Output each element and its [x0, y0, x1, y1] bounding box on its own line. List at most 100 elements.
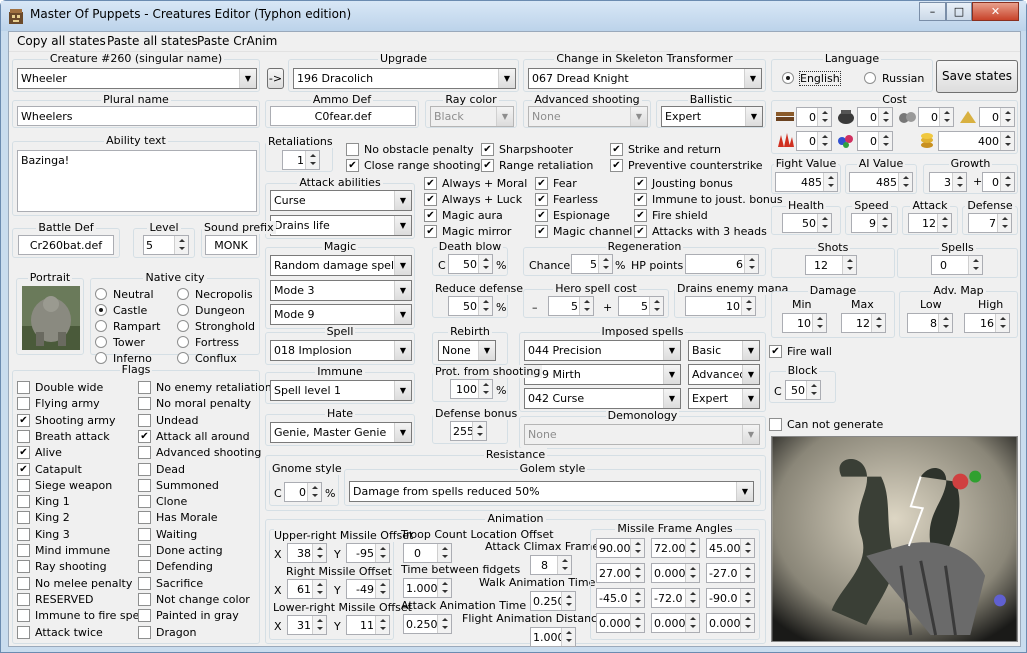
missile-angle-spinner[interactable]: -90.0: [706, 588, 755, 608]
missile-angle-spinner[interactable]: 72.00: [651, 538, 700, 558]
flags-group: Flags Double wide Flying army ✔ Shooting ar…: [12, 363, 272, 644]
troop-count-offset-spinner[interactable]: 0: [403, 543, 452, 563]
flight-distance-spinner[interactable]: 1.000: [530, 627, 576, 647]
attack-time-spinner[interactable]: 0.250: [403, 614, 452, 634]
growth-bonus-spinner[interactable]: 0: [982, 172, 1015, 192]
missile-angle-spinner[interactable]: 90.00: [596, 538, 645, 558]
right-y-spinner[interactable]: -49: [346, 579, 390, 599]
prot-shooting-spinner[interactable]: 100: [450, 379, 493, 399]
time-fidgets-spinner[interactable]: 1.000: [403, 578, 452, 598]
magic-mode-1-select[interactable]: Mode 3 ▼: [270, 280, 412, 301]
missile-angle-spinner[interactable]: 0.000: [651, 563, 700, 583]
attack-ability-1-select[interactable]: Curse ▼: [270, 190, 412, 211]
missile-angle-spinner[interactable]: 0.000: [651, 613, 700, 633]
speed-spinner[interactable]: 9: [851, 213, 892, 233]
sound-prefix-input[interactable]: MONK: [205, 235, 257, 255]
defense-spinner[interactable]: 7: [968, 213, 1012, 233]
adv-map-high-spinner[interactable]: 16: [964, 313, 1010, 333]
ballistic-group: Ballistic Expert ▼: [656, 93, 766, 128]
block-spinner[interactable]: 50: [785, 380, 821, 400]
cost-gems-spinner[interactable]: 0: [857, 131, 893, 151]
imposed-spell-3-select[interactable]: 042 Curse ▼: [524, 388, 681, 409]
cost-crystal-spinner[interactable]: 0: [796, 131, 832, 151]
magic-type-select[interactable]: Random damage spell ▼: [270, 255, 412, 276]
upgrade-select[interactable]: 196 Dracolich ▼: [293, 68, 516, 89]
defense-bonus-spinner[interactable]: 255: [450, 421, 487, 441]
fight-value-spinner[interactable]: 485: [775, 172, 838, 192]
ballistic-select[interactable]: Expert ▼: [661, 106, 763, 127]
demonology-select[interactable]: None ▼: [524, 424, 760, 445]
spell-select[interactable]: 018 Implosion ▼: [270, 340, 412, 361]
imposed-spell-2-select[interactable]: 049 Mirth ▼: [524, 364, 681, 385]
skeleton-select[interactable]: 067 Dread Knight ▼: [528, 68, 762, 89]
close-button[interactable]: ✕: [972, 2, 1019, 21]
sound-prefix-group: Sound prefix MONK: [201, 221, 276, 258]
missile-angle-spinner[interactable]: 45.00: [706, 538, 755, 558]
cost-sulfur-spinner[interactable]: 0: [979, 107, 1015, 127]
attack-ability-2-select[interactable]: Drains life ▼: [270, 215, 412, 236]
hero-spell-cost-minus-spinner[interactable]: 5: [548, 296, 594, 316]
lower-right-x-spinner[interactable]: 31: [287, 615, 327, 635]
missile-angle-spinner[interactable]: -27.0: [706, 563, 755, 583]
hate-select[interactable]: Genie, Master Genie ▼: [270, 422, 412, 443]
imposed-spell-1-select[interactable]: 044 Precision ▼: [524, 340, 681, 361]
imposed-level-3-select[interactable]: Expert ▼: [688, 388, 760, 409]
cost-wood-spinner[interactable]: 0: [796, 107, 832, 127]
save-states-button[interactable]: Save states: [936, 60, 1018, 93]
ray-color-select[interactable]: Black ▼: [430, 106, 514, 127]
retaliations-spinner[interactable]: 1: [282, 150, 320, 170]
reduce-defense-spinner[interactable]: 50: [448, 296, 493, 316]
shots-spinner[interactable]: 12: [805, 255, 857, 275]
go-upgrade-button[interactable]: ->: [267, 68, 284, 89]
maximize-button[interactable]: □: [946, 2, 972, 21]
cost-gold-spinner[interactable]: 400: [938, 131, 1015, 151]
menu-paste-cranim[interactable]: Paste CrAnim: [197, 34, 277, 48]
plural-name-input[interactable]: Wheelers: [17, 106, 257, 126]
right-x-spinner[interactable]: 61: [287, 579, 327, 599]
golem-style-select[interactable]: Damage from spells reduced 50% ▼: [349, 481, 754, 502]
level-spinner[interactable]: 5: [143, 235, 189, 255]
attack-climax-spinner[interactable]: 8: [530, 555, 572, 575]
imposed-level-1-select[interactable]: Basic ▼: [688, 340, 760, 361]
spells-spinner[interactable]: 0: [931, 255, 983, 275]
upper-right-x-spinner[interactable]: 38: [287, 543, 327, 563]
walk-time-spinner[interactable]: 0.250: [530, 591, 576, 611]
lower-right-y-spinner[interactable]: 11: [346, 615, 390, 635]
missile-angle-spinner[interactable]: -45.0: [596, 588, 645, 608]
title-bar[interactable]: Master Of Puppets - Creatures Editor (Ty…: [1, 1, 1026, 31]
damage-min-spinner[interactable]: 10: [782, 313, 827, 333]
battle-def-input[interactable]: Cr260bat.def: [18, 235, 114, 255]
adv-map-low-spinner[interactable]: 8: [907, 313, 953, 333]
drains-mana-spinner[interactable]: 10: [685, 296, 756, 316]
imposed-level-2-select[interactable]: Advanced ▼: [688, 364, 760, 385]
damage-max-spinner[interactable]: 12: [841, 313, 886, 333]
upper-right-y-spinner[interactable]: -95: [346, 543, 390, 563]
creature-select[interactable]: Wheeler ▼: [17, 68, 257, 89]
attack-spinner[interactable]: 12: [908, 213, 952, 233]
ability-textarea[interactable]: Bazinga!: [17, 150, 257, 212]
menu-copy-all-states[interactable]: Copy all states: [17, 34, 106, 48]
ammo-def-input[interactable]: C0fear.def: [270, 106, 416, 126]
magic-mode-2-select[interactable]: Mode 9 ▼: [270, 304, 412, 325]
hero-spell-cost-plus-spinner[interactable]: 5: [618, 296, 664, 316]
advanced-shooting-select[interactable]: None ▼: [528, 106, 648, 127]
missile-angle-spinner[interactable]: 0.000: [596, 613, 645, 633]
immune-select[interactable]: Spell level 1 ▼: [270, 380, 412, 401]
rebirth-select[interactable]: None ▼: [438, 340, 496, 361]
missile-angle-spinner[interactable]: -72.0: [651, 588, 700, 608]
cost-ore-spinner[interactable]: 0: [918, 107, 954, 127]
growth-spinner[interactable]: 3: [929, 172, 967, 192]
ai-value-spinner[interactable]: 485: [849, 172, 913, 192]
creature-portrait-image: [22, 286, 80, 350]
menu-paste-all-states[interactable]: Paste all states: [107, 34, 198, 48]
regen-hp-spinner[interactable]: 6: [685, 254, 759, 274]
missile-angle-spinner[interactable]: 27.00: [596, 563, 645, 583]
missile-angle-spinner[interactable]: 0.000: [706, 613, 755, 633]
gnome-style-spinner[interactable]: 0: [284, 482, 322, 502]
golem-style-group: Golem style Damage from spells reduced 5…: [344, 462, 761, 506]
health-spinner[interactable]: 50: [782, 213, 832, 233]
death-blow-spinner[interactable]: 50: [448, 254, 493, 274]
cost-mercury-spinner[interactable]: 0: [857, 107, 893, 127]
minimize-button[interactable]: –: [919, 2, 946, 21]
regen-chance-spinner[interactable]: 5: [571, 254, 613, 274]
